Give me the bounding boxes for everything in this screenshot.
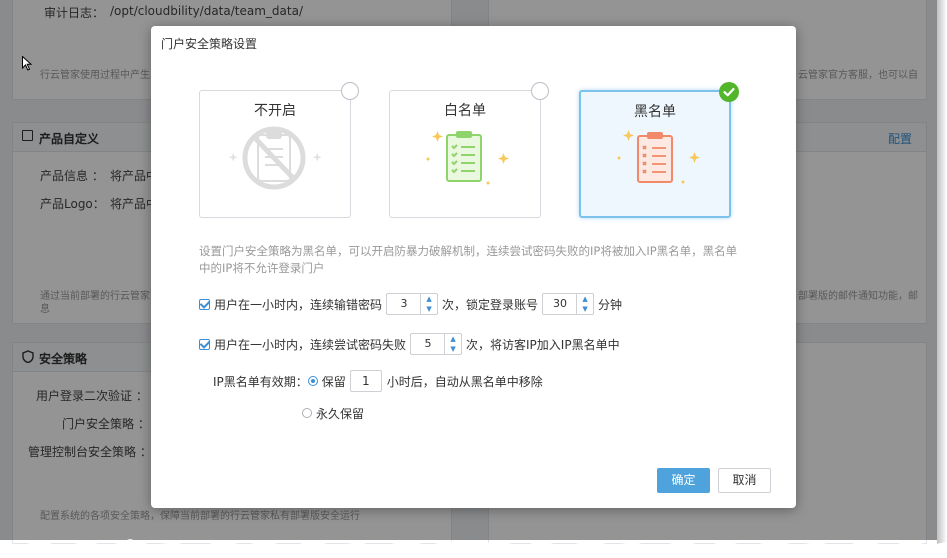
option-card-whitelist[interactable]: 白名单 [389, 82, 549, 218]
rule2-count-stepper[interactable]: 5 ▲ ▼ [410, 333, 463, 355]
cancel-button[interactable]: 取消 [718, 468, 771, 493]
keep-hours-label[interactable]: 保留 [322, 373, 346, 390]
option-label-blacklist: 黑名单 [634, 104, 676, 120]
rule-lock-account: 用户在一小时内，连续输错密码 3 ▲ ▼ 次，锁定登录账号 30 ▲ ▼ 分钟 [199, 293, 622, 315]
increment-icon[interactable]: ▲ [577, 294, 593, 304]
option-radio-whitelist[interactable] [531, 82, 549, 100]
decrement-icon[interactable]: ▼ [421, 304, 437, 314]
rule-blacklist-ip: 用户在一小时内，连续尝试密码失败 5 ▲ ▼ 次，将访客IP加入IP黑名单中 [199, 333, 620, 355]
keep-hours-input[interactable]: 1 [349, 370, 382, 392]
confirm-button[interactable]: 确定 [657, 468, 710, 493]
increment-icon[interactable]: ▲ [421, 294, 437, 304]
rule1-minutes-value[interactable]: 30 [543, 294, 577, 314]
blacklist-clipboard-icon [607, 124, 707, 197]
option-card-disabled[interactable]: 不开启 [199, 82, 359, 218]
increment-icon[interactable]: ▲ [445, 334, 461, 344]
decrement-icon[interactable]: ▼ [445, 344, 461, 354]
disabled-clipboard-icon [226, 123, 326, 196]
rule1-minutes-stepper[interactable]: 30 ▲ ▼ [542, 293, 595, 315]
option-label-disabled: 不开启 [254, 103, 296, 119]
option-card-blacklist[interactable]: 黑名单 [579, 82, 739, 218]
rule2-prefix: 用户在一小时内，连续尝试密码失败 [214, 337, 407, 352]
rule2-suffix: 次，将访客IP加入IP黑名单中 [466, 337, 620, 352]
rule1-checkbox[interactable] [199, 298, 210, 310]
dialog-title: 门户安全策略设置 [161, 37, 258, 51]
blacklist-validity-row: IP黑名单有效期： 保留 1 小时后，自动从黑名单中移除 [213, 370, 543, 392]
policy-description: 设置门户安全策略为黑名单，可以开启防暴力破解机制，连续尝试密码失败的IP将被加入… [199, 244, 738, 275]
keep-forever-row: 永久保留 [302, 402, 364, 424]
validity-label: IP黑名单有效期： [213, 374, 308, 389]
keep-hours-radio[interactable] [307, 376, 318, 386]
whitelist-clipboard-icon [416, 123, 516, 196]
keep-hours-suffix: 小时后，自动从黑名单中移除 [386, 374, 543, 389]
rule1-prefix: 用户在一小时内，连续输错密码 [214, 297, 383, 312]
mouse-cursor-icon [22, 55, 33, 74]
keep-forever-radio[interactable] [302, 408, 312, 418]
rule1-middle: 次，锁定登录账号 [442, 297, 539, 312]
rule1-suffix: 分钟 [598, 297, 623, 312]
portal-security-dialog: 门户安全策略设置 不开启 白名单 黑名单 设置门户安全策略为黑名单，可以开启防暴… [151, 26, 796, 508]
selected-check-icon [719, 82, 739, 102]
rule1-count-stepper[interactable]: 3 ▲ ▼ [386, 293, 439, 315]
keep-forever-label[interactable]: 永久保留 [316, 405, 364, 422]
torn-edge [0, 528, 947, 558]
rule1-count-value[interactable]: 3 [387, 294, 421, 314]
screenshot-edge-shadow [937, 0, 947, 558]
option-label-whitelist: 白名单 [444, 103, 486, 119]
rule2-checkbox[interactable] [199, 338, 210, 350]
option-radio-disabled[interactable] [341, 82, 359, 100]
rule2-count-value[interactable]: 5 [411, 334, 445, 354]
decrement-icon[interactable]: ▼ [577, 304, 593, 314]
